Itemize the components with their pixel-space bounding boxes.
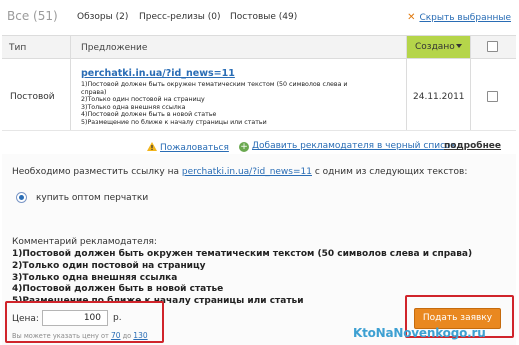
blacklist-link[interactable]: + Добавить рекламодателя в черный список xyxy=(239,141,456,152)
comment-line: 2)Только один постовой на страницу xyxy=(12,260,206,271)
price-label: Цена: xyxy=(12,314,39,324)
sort-caret-icon xyxy=(456,44,462,48)
plus-icon: + xyxy=(239,142,249,152)
price-hint-mid: до xyxy=(120,332,134,340)
offer-link[interactable]: perchatki.in.ua/?id_news=11 xyxy=(81,68,235,79)
blacklist-label: Добавить рекламодателя в черный список xyxy=(252,141,456,151)
table-row: Постовой perchatki.in.ua/?id_news=11 1)П… xyxy=(2,60,516,131)
comment-title: Комментарий рекламодателя: xyxy=(12,237,157,247)
comment-line: 3)Только одна внешняя ссылка xyxy=(12,272,178,283)
instruction-text: Необходимо разместить ссылку на perchatk… xyxy=(12,167,467,177)
header-type: Тип xyxy=(9,43,27,53)
tab-posts[interactable]: Постовые (49) xyxy=(230,12,297,22)
price-hint: Вы можете указать цену от 70 до 130 xyxy=(12,331,148,340)
filter-tabs: Все (51) Обзоры (2) Пресс-релизы (0) Пос… xyxy=(0,0,519,34)
warning-icon xyxy=(147,142,157,151)
select-all-checkbox[interactable] xyxy=(487,41,498,52)
instruction-link[interactable]: perchatki.in.ua/?id_news=11 xyxy=(182,167,312,177)
complain-link[interactable]: Пожаловаться xyxy=(147,141,229,153)
text-option-radio[interactable] xyxy=(16,192,27,203)
hide-selected-link[interactable]: ✕ Скрыть выбранные xyxy=(407,12,511,23)
offer-requirement-line: 5)Размещение по ближе к началу страницы … xyxy=(81,118,267,126)
comment-line: 1)Постовой должен быть окружен тематичес… xyxy=(12,249,473,259)
price-max-link[interactable]: 130 xyxy=(133,331,147,340)
offer-requirement-line: 2)Только один постовой на страницу xyxy=(81,96,205,104)
instruction-before: Необходимо разместить ссылку на xyxy=(12,167,182,177)
table-header: Тип Предложение Создано xyxy=(2,35,516,59)
tab-reviews[interactable]: Обзоры (2) xyxy=(77,12,128,22)
offer-requirement-line: 1)Постовой должен быть окружен тематичес… xyxy=(81,81,348,88)
complain-label: Пожаловаться xyxy=(160,143,229,153)
price-min-link[interactable]: 70 xyxy=(111,331,121,340)
comment-line: 4)Постовой должен быть в новой статье xyxy=(12,284,224,295)
tab-all[interactable]: Все (51) xyxy=(7,9,58,23)
text-option-label[interactable]: купить оптом перчатки xyxy=(36,193,148,203)
advertiser-comment: 1)Постовой должен быть окружен тематичес… xyxy=(12,249,472,308)
more-link[interactable]: подробнее xyxy=(444,141,501,151)
close-icon: ✕ xyxy=(407,12,416,23)
offer-requirement-line: 4)Постовой должен быть в новой статье xyxy=(81,111,217,119)
row-date: 24.11.2011 xyxy=(413,92,465,102)
price-unit: р. xyxy=(113,313,122,323)
row-checkbox[interactable] xyxy=(487,91,498,102)
header-offer: Предложение xyxy=(81,43,148,53)
price-hint-text: Вы можете указать цену от xyxy=(12,332,111,340)
header-created-sort[interactable]: Создано xyxy=(407,36,470,58)
instruction-after: с одним из следующих текстов: xyxy=(311,167,468,177)
offer-requirements: 1)Постовой должен быть окружен тематичес… xyxy=(81,81,411,127)
price-input[interactable] xyxy=(42,310,108,326)
watermark-logo: KtoNaNovenkogo.ru xyxy=(353,326,486,340)
row-type: Постовой xyxy=(10,92,55,102)
header-created-label: Создано xyxy=(415,42,455,52)
tab-press-releases[interactable]: Пресс-релизы (0) xyxy=(139,12,221,22)
hide-selected-label: Скрыть выбранные xyxy=(419,13,511,23)
